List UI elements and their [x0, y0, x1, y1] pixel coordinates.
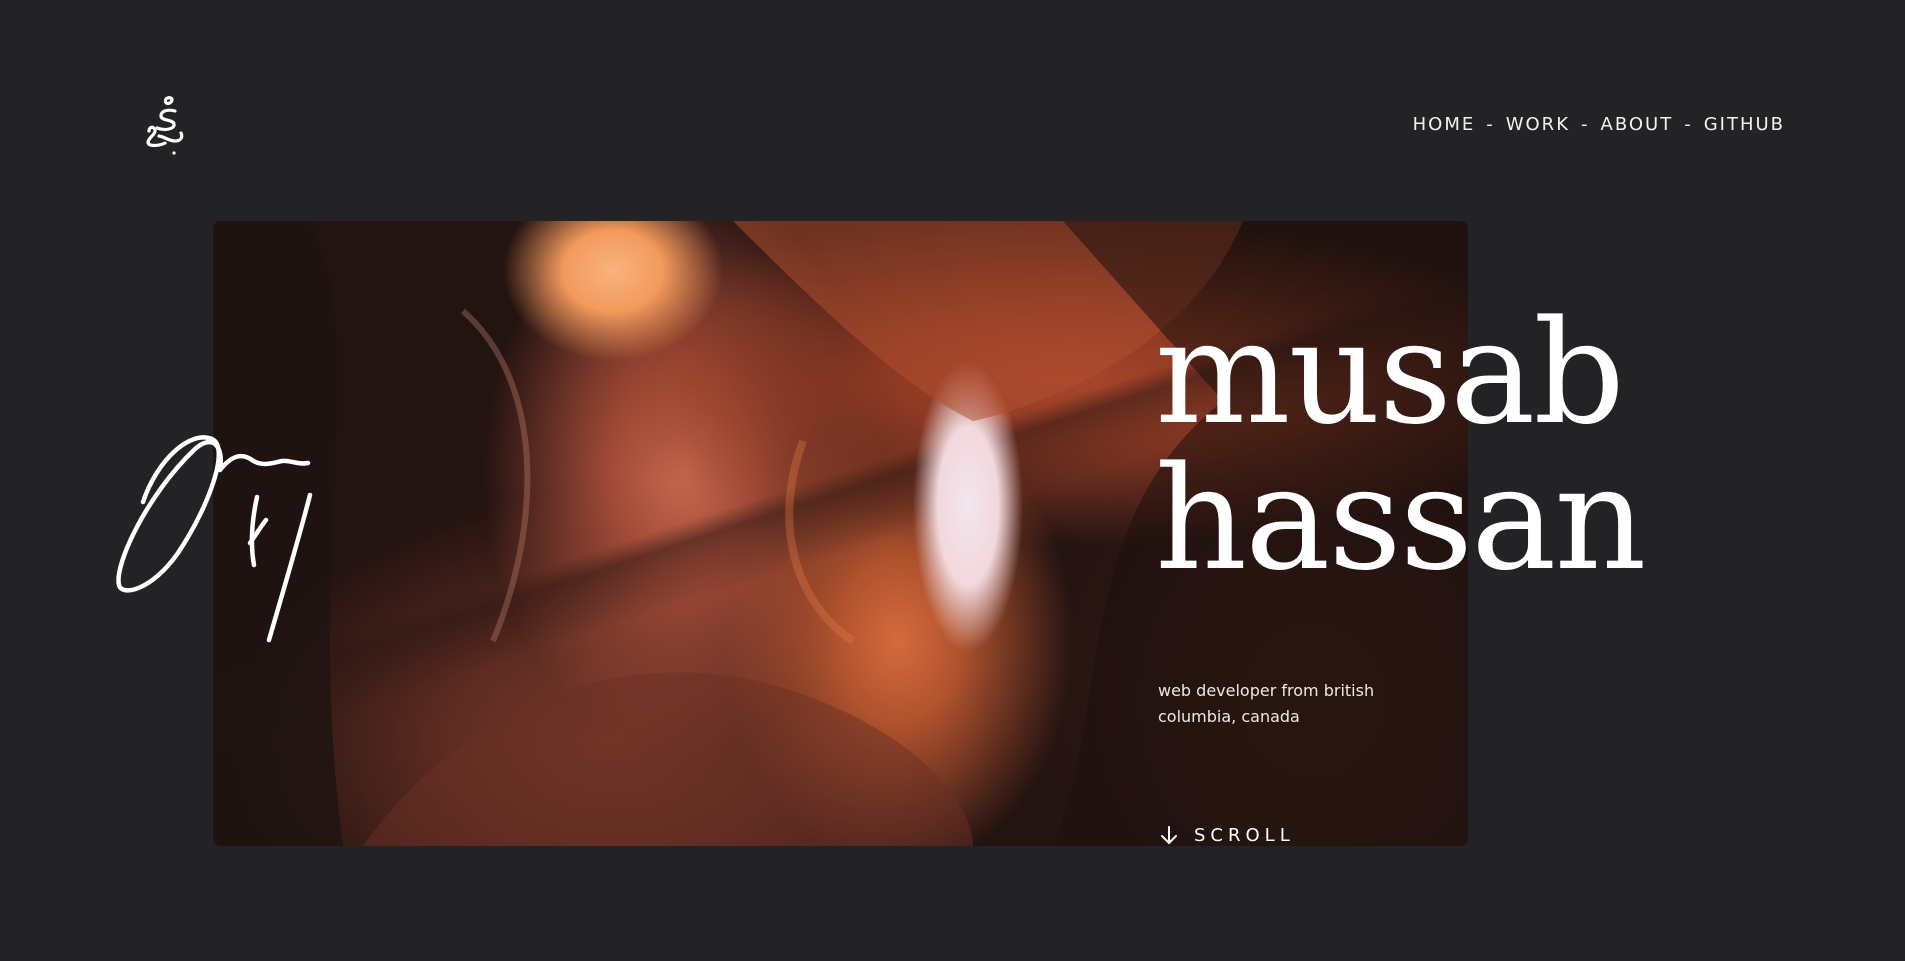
- hero-tagline: web developer from british columbia, can…: [1158, 678, 1398, 730]
- nav-about-link[interactable]: ABOUT: [1601, 114, 1674, 135]
- main-nav: HOME - WORK - ABOUT - GITHUB: [1413, 114, 1785, 135]
- logo-icon[interactable]: [143, 93, 193, 157]
- scroll-label: SCROLL: [1194, 824, 1295, 846]
- last-name: hassan: [1155, 435, 1646, 602]
- nav-separator: -: [1486, 114, 1495, 135]
- hero-name: musab hassan: [1155, 289, 1646, 602]
- signature-icon: [112, 425, 327, 645]
- tagline-line-2: columbia, canada: [1158, 707, 1300, 726]
- arrow-down-icon: [1161, 826, 1177, 844]
- tagline-line-1: web developer from british: [1158, 681, 1375, 700]
- nav-work-link[interactable]: WORK: [1506, 114, 1570, 135]
- nav-github-link[interactable]: GITHUB: [1704, 114, 1785, 135]
- nav-separator: -: [1581, 114, 1590, 135]
- landing-page: HOME - WORK - ABOUT - GITHUB musab hassa…: [0, 0, 1905, 961]
- first-name: musab: [1155, 289, 1625, 456]
- nav-separator: -: [1684, 114, 1693, 135]
- scroll-button[interactable]: SCROLL: [1158, 824, 1295, 846]
- nav-home-link[interactable]: HOME: [1413, 114, 1476, 135]
